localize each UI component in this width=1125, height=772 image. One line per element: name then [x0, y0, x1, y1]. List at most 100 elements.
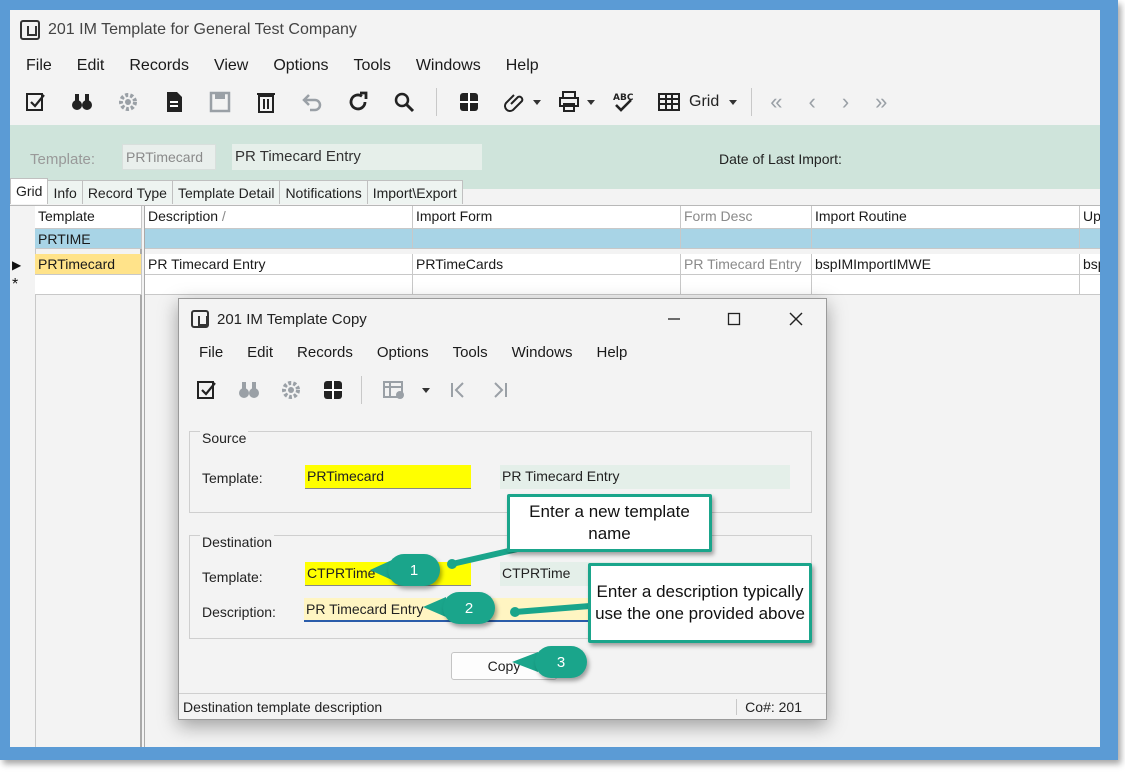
source-group: Source Template: PRTimecard PR Timecard … [189, 430, 812, 513]
callout-template-name: Enter a new template name [507, 494, 712, 552]
import-form-cell[interactable]: PRTimeCards [413, 254, 681, 275]
tab-info[interactable]: Info [47, 180, 83, 204]
menu-file[interactable]: File [26, 57, 52, 75]
tab-record-type[interactable]: Record Type [81, 180, 173, 204]
template-column-header[interactable]: Template [35, 206, 142, 229]
toolbar: ABC Grid « ‹ › » [10, 82, 1100, 122]
new-row-cell[interactable] [681, 275, 812, 295]
last-record-icon [486, 376, 514, 404]
minimize-icon [668, 318, 680, 320]
tab-grid[interactable]: Grid [10, 178, 49, 204]
table-row[interactable]: PR Timecard Entry PRTimeCards PR Timecar… [145, 254, 1100, 275]
dialog-menu-records[interactable]: Records [297, 344, 353, 361]
template-list-header: Template [35, 206, 142, 229]
menu-edit[interactable]: Edit [77, 57, 105, 75]
menu-options[interactable]: Options [273, 57, 328, 75]
menu-view[interactable]: View [214, 57, 248, 75]
filter-cell[interactable] [413, 229, 681, 249]
attachment-dropdown-icon[interactable] [533, 99, 541, 105]
template-cell[interactable]: PRTimecard [35, 254, 142, 275]
print-dropdown-icon[interactable] [587, 99, 595, 105]
dialog-menu-windows[interactable]: Windows [512, 344, 573, 361]
new-row-cell[interactable] [413, 275, 681, 295]
table-settings-icon [380, 376, 408, 404]
import-routine-cell[interactable]: bspIMImportIMWE [812, 254, 1080, 275]
dialog-menu-options[interactable]: Options [377, 344, 429, 361]
column-header-description[interactable]: Description / [145, 206, 413, 229]
first-record-icon [444, 376, 472, 404]
column-header-import-routine[interactable]: Import Routine [812, 206, 1080, 229]
title-bar: 201 IM Template for General Test Company [10, 10, 1100, 50]
template-copy-dialog: 201 IM Template Copy File Edit Records O… [178, 298, 827, 720]
previous-record-icon: ‹ [808, 89, 816, 114]
edit-check-icon[interactable] [193, 376, 221, 404]
attachment-icon[interactable] [501, 88, 529, 116]
next-record-icon: › [841, 89, 850, 114]
menu-tools[interactable]: Tools [353, 57, 390, 75]
grid-dropdown-icon[interactable] [729, 99, 738, 105]
gear-icon [277, 376, 305, 404]
destination-template-label: Template: [202, 569, 263, 585]
source-template-input[interactable]: PRTimecard [305, 465, 471, 489]
close-button[interactable] [776, 305, 816, 333]
table-settings-dropdown-icon[interactable] [422, 387, 430, 393]
close-icon [789, 312, 803, 326]
calculator-icon[interactable] [455, 88, 483, 116]
grid-view-label[interactable]: Grid [689, 93, 719, 111]
search-icon[interactable] [390, 88, 418, 116]
new-row-cell[interactable] [812, 275, 1080, 295]
new-row-cell[interactable] [1080, 275, 1100, 295]
menu-bar: File Edit Records View Options Tools Win… [10, 53, 564, 79]
status-message: Destination template description [183, 699, 383, 715]
filter-cell[interactable] [1080, 229, 1100, 249]
dialog-menu-tools[interactable]: Tools [453, 344, 488, 361]
refresh-icon[interactable] [344, 88, 372, 116]
minimize-button[interactable] [654, 305, 694, 333]
tab-notifications[interactable]: Notifications [279, 180, 368, 204]
new-row-cell[interactable] [145, 275, 413, 295]
template-code-field[interactable]: PRTimecard [122, 144, 216, 170]
column-header-import-form[interactable]: Import Form [413, 206, 681, 229]
dialog-title: 201 IM Template Copy [217, 310, 367, 328]
tab-import-export[interactable]: Import\Export [366, 180, 463, 204]
toolbar-separator [436, 88, 437, 116]
column-header-up[interactable]: Up [1080, 206, 1100, 229]
menu-windows[interactable]: Windows [416, 57, 481, 75]
grid-icon[interactable] [655, 88, 683, 116]
table-row[interactable]: PRTimecard [35, 254, 142, 275]
description-cell[interactable]: PR Timecard Entry [145, 254, 413, 275]
save-icon [206, 88, 234, 116]
company-number: Co#: 201 [736, 699, 802, 715]
new-row-marker: * [12, 276, 19, 293]
filter-cell[interactable] [812, 229, 1080, 249]
gear-icon [114, 88, 142, 116]
step-badge-1: 1 [388, 554, 440, 586]
dialog-menu-help[interactable]: Help [596, 344, 627, 361]
document-icon[interactable] [160, 88, 188, 116]
dialog-menu-edit[interactable]: Edit [247, 344, 273, 361]
up-cell[interactable]: bsp [1080, 254, 1100, 275]
step-badge-2: 2 [443, 592, 495, 624]
filter-cell[interactable] [145, 229, 413, 249]
menu-records[interactable]: Records [129, 57, 189, 75]
new-table-row[interactable] [35, 275, 142, 295]
template-filter-cell[interactable]: PRTIME [35, 229, 142, 249]
maximize-icon [727, 312, 741, 326]
new-table-row[interactable] [145, 275, 1100, 295]
menu-help[interactable]: Help [506, 57, 539, 75]
spellcheck-icon[interactable]: ABC [609, 88, 637, 116]
new-template-cell[interactable] [35, 275, 142, 295]
delete-icon[interactable] [252, 88, 280, 116]
date-last-import-label: Date of Last Import: [719, 151, 842, 167]
dialog-menu-file[interactable]: File [199, 344, 223, 361]
calculator-icon[interactable] [319, 376, 347, 404]
tab-strip: Grid Info Record Type Template Detail No… [10, 178, 463, 204]
print-icon[interactable] [555, 88, 583, 116]
sort-indicator: / [221, 208, 226, 224]
tab-template-detail[interactable]: Template Detail [171, 180, 281, 204]
binoculars-icon[interactable] [68, 88, 96, 116]
edit-check-icon[interactable] [22, 88, 50, 116]
column-header-form-desc[interactable]: Form Desc [681, 206, 812, 229]
filter-cell[interactable] [681, 229, 812, 249]
maximize-button[interactable] [714, 305, 754, 333]
